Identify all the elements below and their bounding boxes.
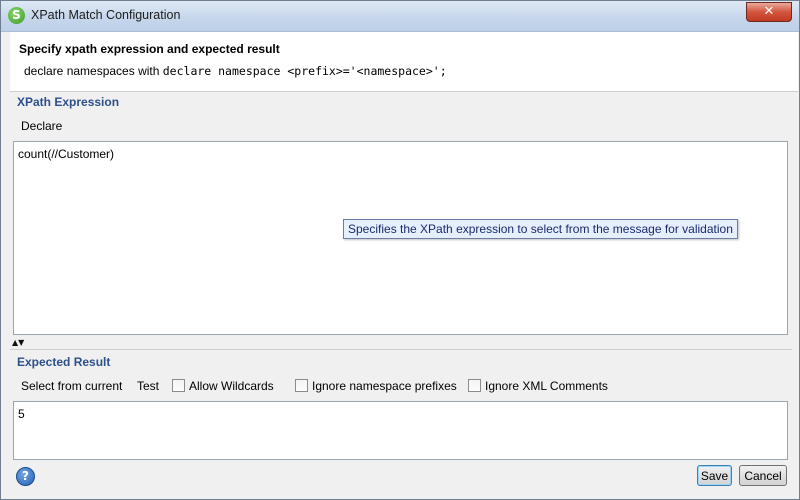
save-button[interactable]: Save bbox=[697, 465, 732, 486]
ignore-namespace-prefixes-checkbox[interactable] bbox=[295, 379, 308, 392]
splitter-divider[interactable] bbox=[10, 349, 792, 350]
header-title: Specify xpath expression and expected re… bbox=[19, 42, 280, 56]
close-button[interactable]: ✕ bbox=[746, 2, 792, 22]
declare-button[interactable]: Declare bbox=[21, 119, 62, 133]
test-button[interactable]: Test bbox=[137, 379, 159, 393]
xpath-tooltip: Specifies the XPath expression to select… bbox=[343, 219, 738, 239]
header-desc-prefix: declare namespaces with bbox=[24, 64, 163, 78]
header-desc-code: declare namespace <prefix>='<namespace>'… bbox=[162, 64, 447, 78]
allow-wildcards-label[interactable]: Allow Wildcards bbox=[189, 379, 274, 393]
header-description: declare namespaces with declare namespac… bbox=[24, 64, 447, 78]
xpath-section-label: XPath Expression bbox=[17, 95, 120, 109]
ignore-xml-comments-label[interactable]: Ignore XML Comments bbox=[485, 379, 608, 393]
ignore-namespace-prefixes-label[interactable]: Ignore namespace prefixes bbox=[312, 379, 457, 393]
close-icon: ✕ bbox=[763, 4, 775, 19]
app-logo-icon: S bbox=[8, 7, 25, 24]
dialog-window: S XPath Match Configuration ✕ Specify xp… bbox=[0, 0, 800, 500]
cancel-button[interactable]: Cancel bbox=[739, 465, 787, 486]
allow-wildcards-checkbox[interactable] bbox=[172, 379, 185, 392]
help-icon[interactable]: ? bbox=[16, 467, 35, 486]
header-panel: Specify xpath expression and expected re… bbox=[10, 32, 798, 92]
title-bar[interactable]: S XPath Match Configuration ✕ bbox=[1, 1, 799, 32]
select-from-current-button[interactable]: Select from current bbox=[21, 379, 122, 393]
expand-collapse-arrows-icon[interactable]: ▲▼ bbox=[12, 338, 24, 347]
expected-section-label: Expected Result bbox=[17, 355, 111, 369]
ignore-xml-comments-checkbox[interactable] bbox=[468, 379, 481, 392]
expected-result-input[interactable]: 5 bbox=[13, 401, 788, 460]
window-title: XPath Match Configuration bbox=[31, 8, 181, 22]
